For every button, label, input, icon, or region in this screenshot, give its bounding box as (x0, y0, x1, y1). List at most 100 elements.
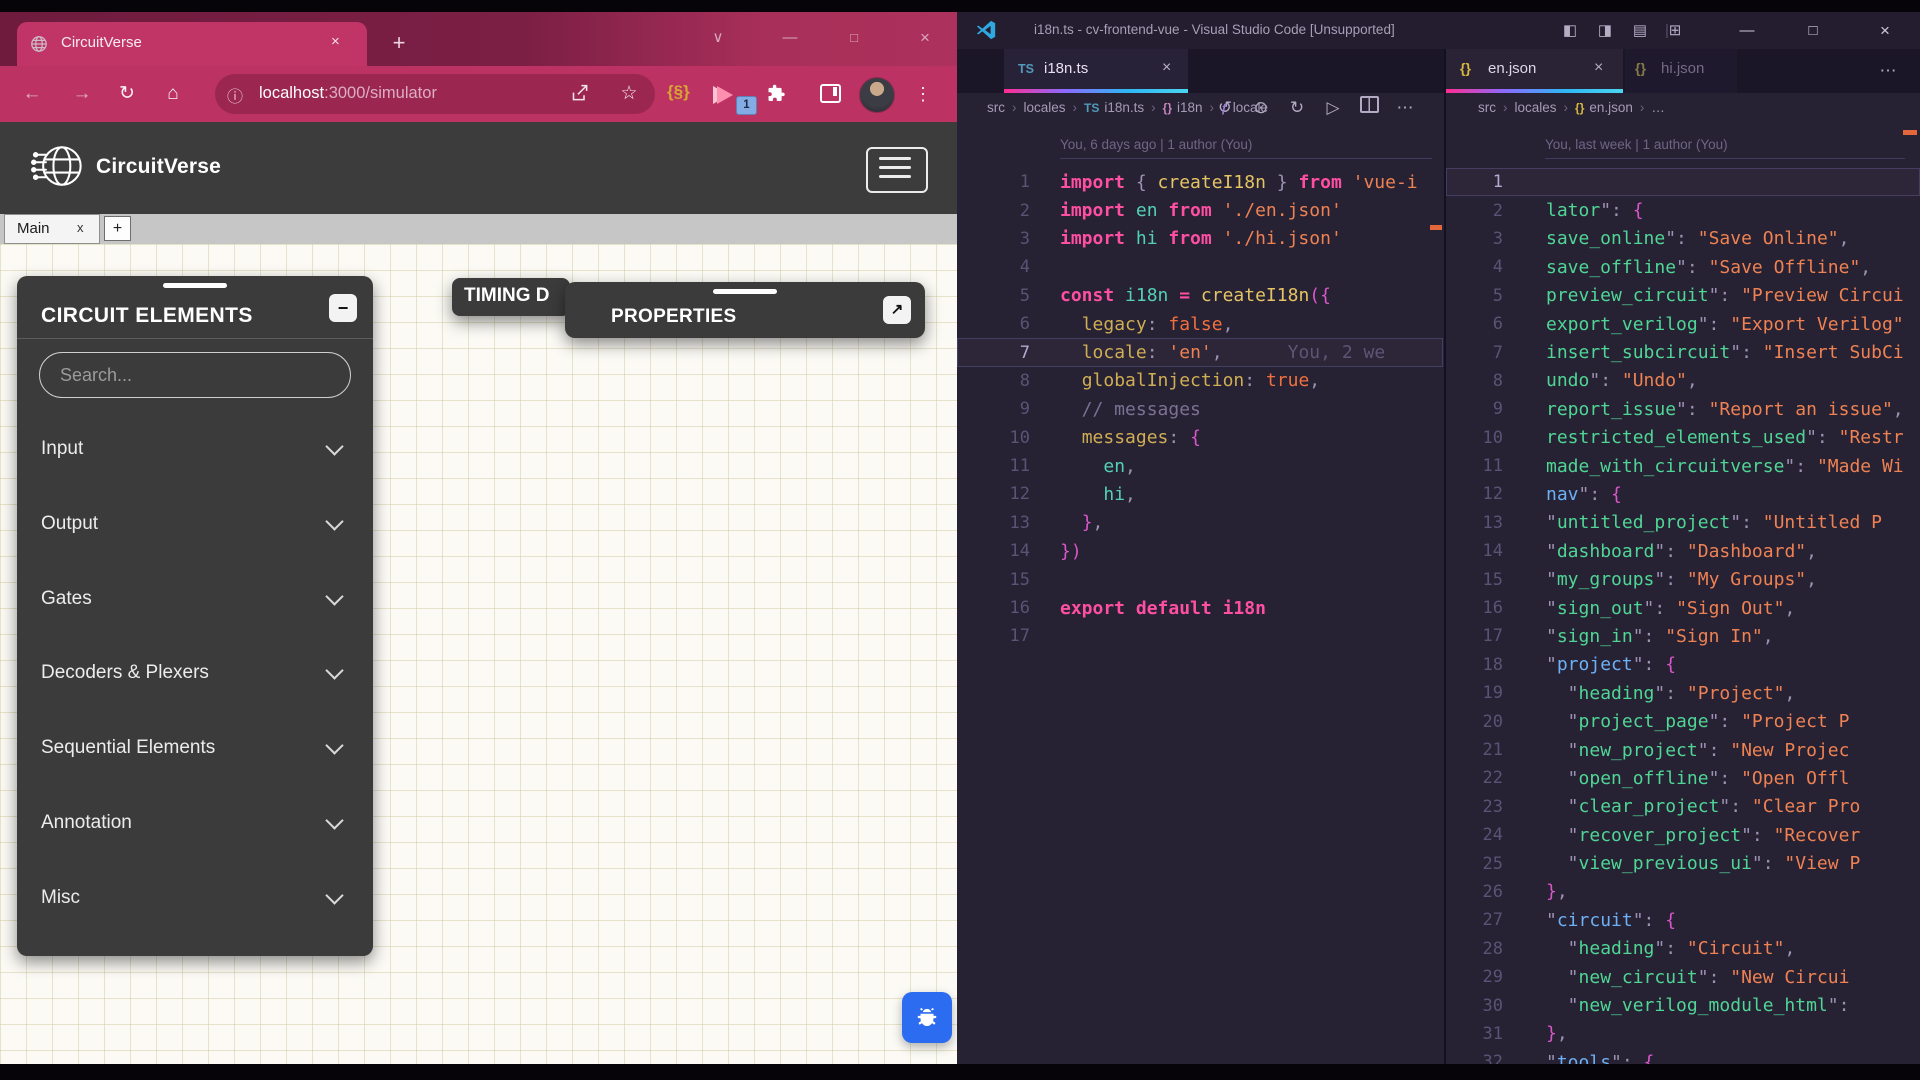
tab-en-json[interactable]: {} en.json × (1446, 49, 1623, 93)
browser-tab-circuitverse[interactable]: CircuitVerse × (17, 22, 367, 66)
code-line[interactable]: 3import hi from './hi.json' (957, 225, 1443, 253)
side-panel-icon[interactable] (820, 84, 841, 103)
code-line[interactable]: 26}, (1446, 878, 1920, 906)
code-line[interactable]: 14"dashboard": "Dashboard", (1446, 537, 1920, 565)
panel-drag-handle[interactable] (713, 289, 777, 294)
code-line[interactable]: 23 "clear_project": "Clear Pro (1446, 793, 1920, 821)
code-line[interactable]: 31}, (1446, 1020, 1920, 1048)
code-line[interactable]: 2lator": { (1446, 196, 1920, 224)
circuitverse-logo-icon[interactable] (30, 136, 90, 201)
code-line[interactable]: 15 (957, 565, 1443, 593)
toggle-primary-sidebar-icon[interactable]: ◧ (1557, 20, 1583, 41)
code-line[interactable]: 16export default i18n (957, 594, 1443, 622)
code-line[interactable]: 17 (957, 622, 1443, 650)
open-next-change-icon[interactable]: ↻ (1282, 95, 1312, 121)
back-icon[interactable]: ← (18, 80, 46, 108)
bookmark-star-icon[interactable]: ☆ (615, 80, 643, 108)
browser-minimize-button[interactable]: — (778, 26, 802, 50)
code-line[interactable]: 12nav": { (1446, 480, 1920, 508)
browser-close-button[interactable]: × (913, 26, 937, 50)
browser-menu-icon[interactable]: ⋮ (914, 80, 932, 108)
code-line[interactable]: 10restricted_elements_used": "Restr (1446, 424, 1920, 452)
code-line[interactable]: 27"circuit": { (1446, 906, 1920, 934)
code-line[interactable]: 6 legacy: false, (957, 310, 1443, 338)
code-line[interactable]: 6export_verilog": "Export Verilog" (1446, 310, 1920, 338)
code-line[interactable]: 1 (1446, 168, 1920, 196)
breadcrumb-item[interactable]: src (1478, 100, 1496, 115)
toggle-panel-icon[interactable]: ◨ (1592, 20, 1618, 41)
code-line[interactable]: 16"sign_out": "Sign Out", (1446, 594, 1920, 622)
tab-close-icon[interactable]: × (1594, 59, 1603, 77)
tab-close-icon[interactable]: × (331, 33, 340, 50)
code-line[interactable]: 13"untitled_project": "Untitled P (1446, 509, 1920, 537)
address-bar[interactable]: ⓘ localhost:3000/simulator ☆ (215, 74, 655, 114)
circuit-tab-close-icon[interactable]: x (77, 220, 84, 235)
extensions-puzzle-icon[interactable] (765, 83, 786, 109)
editor-i18n-ts[interactable]: 1import { createI18n } from 'vue-i2impor… (957, 168, 1443, 1064)
category-sequential-elements[interactable]: Sequential Elements (17, 725, 373, 773)
tab-hi-json[interactable]: {} hi.json (1625, 49, 1737, 93)
git-blame-lens[interactable]: You, last week | 1 author (You) (1545, 137, 1728, 152)
tab-close-icon[interactable]: × (1162, 59, 1171, 77)
code-line[interactable]: 20 "project_page": "Project P (1446, 707, 1920, 735)
breadcrumb-item[interactable]: {}en.json (1575, 100, 1633, 115)
code-line[interactable]: 4save_offline": "Save Offline", (1446, 253, 1920, 281)
more-actions-icon[interactable]: ⋯ (1390, 95, 1420, 121)
profile-avatar[interactable] (859, 77, 895, 113)
panel-minimize-button[interactable]: − (329, 294, 357, 322)
breadcrumb-item[interactable]: locales (1515, 100, 1557, 115)
element-search-input[interactable] (39, 352, 351, 398)
code-line[interactable]: 25 "view_previous_ui": "View P (1446, 849, 1920, 877)
code-line[interactable]: 4 (957, 253, 1443, 281)
code-line[interactable]: 5const i18n = createI18n({ (957, 282, 1443, 310)
code-line[interactable]: 2import en from './en.json' (957, 196, 1443, 224)
customize-layout-icon[interactable]: ⊞ (1662, 20, 1688, 41)
tab-search-icon[interactable]: ∨ (706, 26, 730, 50)
url-text[interactable]: localhost:3000/simulator (259, 84, 437, 103)
site-info-icon[interactable]: ⓘ (227, 83, 243, 107)
code-line[interactable]: 30 "new_verilog_module_html": (1446, 991, 1920, 1019)
category-output[interactable]: Output (17, 501, 373, 549)
code-line[interactable]: 11 en, (957, 452, 1443, 480)
category-misc[interactable]: Misc (17, 875, 373, 923)
code-line[interactable]: 11made_with_circuitverse": "Made Wi (1446, 452, 1920, 480)
code-line[interactable]: 9report_issue": "Report an issue", (1446, 395, 1920, 423)
code-line[interactable]: 18"project": { (1446, 651, 1920, 679)
category-input[interactable]: Input (17, 426, 373, 474)
category-gates[interactable]: Gates (17, 576, 373, 624)
editor-group-divider[interactable] (1444, 49, 1446, 1064)
code-line[interactable]: 22 "open_offline": "Open Offl (1446, 764, 1920, 792)
code-line[interactable]: 19 "heading": "Project", (1446, 679, 1920, 707)
breadcrumb-item[interactable]: {}i18n (1163, 100, 1203, 115)
code-line[interactable]: 10 messages: { (957, 424, 1443, 452)
timing-diagram-panel[interactable]: TIMING D (452, 278, 570, 316)
code-line[interactable]: 1import { createI18n } from 'vue-i (957, 168, 1443, 196)
more-actions-icon[interactable]: ⋯ (1873, 58, 1903, 84)
brand-title[interactable]: CircuitVerse (96, 155, 221, 179)
tab-i18n-ts[interactable]: TS i18n.ts × (1004, 49, 1188, 93)
forward-icon[interactable]: → (68, 80, 96, 108)
category-decoders-plexers[interactable]: Decoders & Plexers (17, 650, 373, 698)
code-line[interactable]: 8 globalInjection: true, (957, 367, 1443, 395)
breadcrumb-item[interactable]: locales (1024, 100, 1066, 115)
report-issue-button[interactable] (902, 992, 952, 1043)
breadcrumb-item[interactable]: ƒlocale (1221, 100, 1268, 115)
split-editor-icon[interactable] (1354, 95, 1384, 121)
code-line[interactable]: 24 "recover_project": "Recover (1446, 821, 1920, 849)
code-line[interactable]: 17"sign_in": "Sign In", (1446, 622, 1920, 650)
hamburger-menu-icon[interactable] (866, 147, 928, 193)
code-line[interactable]: 7 locale: 'en', You, 2 we (957, 338, 1443, 366)
vscode-minimize-button[interactable]: — (1732, 19, 1762, 42)
category-annotation[interactable]: Annotation (17, 800, 373, 848)
run-file-icon[interactable]: ▷ (1318, 95, 1348, 121)
code-line[interactable]: 8undo": "Undo", (1446, 367, 1920, 395)
vscode-maximize-button[interactable]: □ (1798, 19, 1828, 42)
editor-en-json[interactable]: 12lator": {3save_online": "Save Online",… (1446, 168, 1920, 1064)
code-line[interactable]: 29 "new_circuit": "New Circui (1446, 963, 1920, 991)
panel-drag-handle[interactable] (163, 283, 227, 288)
breadcrumb-item[interactable]: src (987, 100, 1005, 115)
browser-maximize-button[interactable]: □ (842, 26, 866, 50)
share-icon[interactable] (570, 83, 591, 109)
userscript-extension-icon[interactable]: {§} (667, 82, 690, 102)
breadcrumb-item[interactable]: TSi18n.ts (1084, 100, 1144, 115)
